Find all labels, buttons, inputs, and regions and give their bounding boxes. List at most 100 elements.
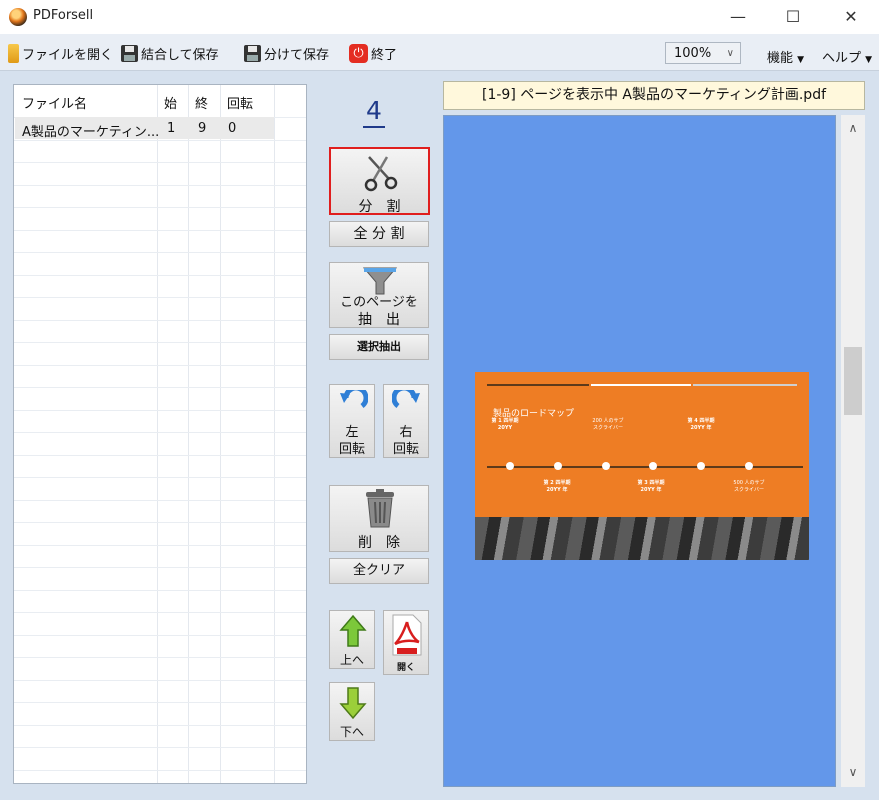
row-divider	[14, 657, 306, 658]
features-label: 機能	[767, 51, 794, 66]
row-divider	[14, 544, 306, 546]
window-title: PDForsell	[33, 8, 94, 23]
rotate-right-label-2: 回転	[392, 442, 419, 457]
app-logo-icon	[9, 8, 27, 26]
trash-icon	[366, 489, 394, 528]
row-divider	[14, 409, 306, 411]
column-header-end[interactable]: 終	[195, 93, 208, 112]
rotate-right-icon	[392, 390, 420, 408]
maximize-button[interactable]: ☐	[770, 0, 816, 34]
features-menu[interactable]: 機能 ▼	[767, 47, 804, 66]
row-divider	[14, 319, 306, 321]
file-list-table[interactable]: ファイル名 始 終 回転 A製品のマーケティン... 1 9 0	[13, 84, 307, 784]
timeline-line	[487, 466, 803, 468]
column-header-start[interactable]: 始	[164, 93, 177, 112]
slide-divider	[693, 384, 797, 386]
row-divider	[14, 724, 306, 726]
minimize-button[interactable]: —	[715, 0, 761, 34]
chevron-down-icon: ∨	[726, 47, 734, 59]
scroll-down-icon[interactable]: ∨	[841, 765, 865, 779]
merge-save-label: 結合して保存	[141, 47, 219, 63]
rotate-left-button[interactable]: 左 回転	[329, 384, 375, 458]
open-pdf-button[interactable]: 開く	[383, 610, 429, 675]
cell-rotation: 0	[228, 121, 237, 136]
slide-label: 第 3 四半期 20YY 年	[637, 480, 665, 493]
row-divider	[14, 432, 306, 433]
move-down-button[interactable]: 下へ	[329, 682, 375, 741]
folder-icon	[8, 43, 19, 63]
scroll-up-icon[interactable]: ∧	[841, 121, 865, 135]
zoom-select[interactable]: 100% ∨	[665, 42, 741, 64]
delete-button[interactable]: 削 除	[329, 485, 429, 552]
current-page-number: 4	[363, 96, 385, 128]
row-divider	[14, 589, 306, 591]
merge-save-button[interactable]: 結合して保存	[121, 43, 219, 63]
move-up-button[interactable]: 上へ	[329, 610, 375, 669]
slide-photo	[475, 517, 809, 560]
save-disk-icon	[121, 44, 138, 62]
slide-divider	[591, 384, 691, 386]
column-header-rotation[interactable]: 回転	[227, 93, 253, 112]
slide-label: 200 人のサブ スクライバー	[592, 418, 624, 431]
title-bar: PDForsell — ☐ ✕	[0, 0, 879, 34]
timeline-dot	[602, 462, 610, 470]
move-up-label: 上へ	[339, 653, 364, 667]
row-divider	[14, 769, 306, 771]
row-divider	[14, 679, 306, 681]
open-file-button[interactable]: ファイルを開く	[8, 43, 113, 63]
row-divider	[14, 477, 306, 478]
scissors-icon	[364, 156, 398, 192]
open-pdf-label: 開く	[396, 663, 415, 673]
row-divider	[14, 297, 306, 298]
timeline-dot	[506, 462, 514, 470]
split-button[interactable]: 分 割	[329, 147, 430, 215]
arrow-up-icon	[339, 614, 367, 647]
row-divider	[14, 387, 306, 388]
split-label: 分 割	[358, 199, 401, 215]
delete-label: 削 除	[358, 535, 400, 551]
close-button[interactable]: ✕	[828, 0, 874, 34]
row-divider	[14, 342, 306, 343]
move-down-label: 下へ	[339, 725, 364, 739]
column-header-filename[interactable]: ファイル名	[22, 93, 87, 112]
row-divider	[14, 229, 306, 231]
timeline-dot	[745, 462, 753, 470]
extract-page-button[interactable]: このページを 抽 出	[329, 262, 429, 328]
row-divider	[14, 207, 306, 208]
slide-divider	[487, 384, 589, 386]
save-disk-icon	[244, 44, 261, 62]
exit-button[interactable]: ⏻ 終了	[349, 43, 397, 63]
slide-label: 第 1 四半期 20YY	[491, 418, 519, 431]
help-label: ヘルプ	[822, 51, 862, 66]
menu-bar: ファイルを開く 結合して保存 分けて保存 ⏻ 終了	[0, 34, 879, 71]
cell-start: 1	[167, 121, 176, 136]
rotate-left-label-2: 回転	[338, 442, 365, 457]
rotate-left-icon	[340, 390, 368, 408]
row-divider	[14, 274, 306, 276]
row-divider	[14, 522, 306, 523]
column-divider	[274, 85, 275, 783]
timeline-dot	[554, 462, 562, 470]
cell-end: 9	[198, 121, 207, 136]
slide-thumbnail: 製品のロードマップ 第 1 四半期 20YY 200 人のサブ スクライバー 第…	[475, 372, 809, 560]
open-file-label: ファイルを開く	[22, 47, 114, 63]
row-divider	[14, 567, 306, 568]
clear-all-button[interactable]: 全クリア	[329, 558, 429, 584]
vertical-scrollbar[interactable]: ∧ ∨	[841, 115, 865, 787]
column-divider	[220, 85, 221, 783]
scrollbar-thumb[interactable]	[844, 347, 862, 415]
arrow-down-icon	[339, 687, 367, 720]
timeline-dot	[649, 462, 657, 470]
extract-selected-button[interactable]: 選択抽出	[329, 334, 429, 360]
power-icon: ⏻	[349, 43, 368, 63]
slide-label: 500 人のサブ スクライバー	[733, 480, 765, 493]
rotate-right-button[interactable]: 右 回転	[383, 384, 429, 458]
help-menu[interactable]: ヘルプ ▼	[822, 47, 872, 66]
pdf-file-icon	[392, 614, 422, 656]
split-save-button[interactable]: 分けて保存	[244, 43, 329, 63]
page-status-label: [1-9] ページを表示中 A製品のマーケティング計画.pdf	[443, 81, 865, 110]
dropdown-arrow-icon: ▼	[865, 55, 873, 65]
dropdown-arrow-icon: ▼	[797, 55, 805, 65]
split-all-button[interactable]: 全 分 割	[329, 221, 429, 247]
row-divider	[14, 162, 306, 163]
